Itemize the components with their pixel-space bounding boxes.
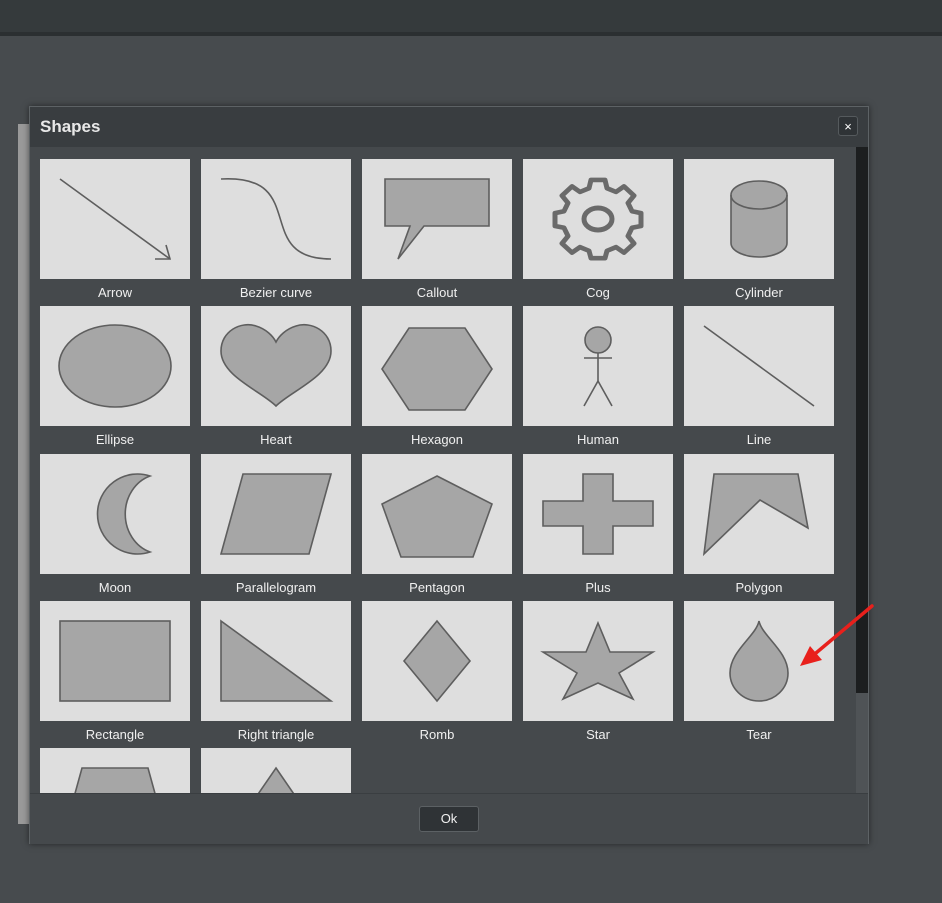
dialog-title: Shapes (40, 117, 101, 136)
shape-thumbnail (362, 306, 512, 426)
shape-tile-line[interactable]: Line (684, 306, 834, 450)
shape-label: Right triangle (237, 727, 315, 742)
pentagon-shape-icon (381, 475, 493, 558)
shape-label: Cog (586, 285, 610, 300)
shape-label: Ellipse (95, 432, 135, 447)
shape-tile-arrow[interactable]: Arrow (40, 159, 190, 303)
shape-tile-ellipse[interactable]: Ellipse (40, 306, 190, 450)
shape-tile-human[interactable]: Human (523, 306, 673, 450)
app-top-bar (0, 0, 942, 32)
human-shape-icon (583, 326, 613, 407)
triangle-shape-icon (257, 766, 295, 793)
shape-label: Plus (585, 580, 611, 595)
shape-label: Arrow (98, 285, 132, 300)
callout-shape-icon (384, 178, 490, 260)
shape-tile-rectangle[interactable]: Rectangle (40, 601, 190, 745)
star-shape-icon (540, 620, 656, 701)
shape-tile-moon[interactable]: Moon (40, 454, 190, 598)
arrow-shape-icon (59, 178, 172, 260)
shape-thumbnail (684, 454, 834, 574)
rectangle-shape-icon (59, 620, 171, 702)
bezier-curve-shape-icon (220, 178, 332, 260)
plus-shape-icon (542, 473, 654, 555)
shape-thumbnail (362, 601, 512, 721)
line-shape-icon (703, 325, 815, 407)
shape-thumbnail (523, 159, 673, 279)
shape-tile-bezier-curve[interactable]: Bezier curve (201, 159, 351, 303)
shape-thumbnail (40, 159, 190, 279)
shape-label: Heart (260, 432, 292, 447)
shape-label: Cylinder (735, 285, 783, 300)
shape-thumbnail (523, 306, 673, 426)
shape-label: Star (586, 727, 610, 742)
shape-thumbnail (201, 454, 351, 574)
shape-tile-plus[interactable]: Plus (523, 454, 673, 598)
shape-label: Rectangle (85, 727, 145, 742)
shape-tile-pentagon[interactable]: Pentagon (362, 454, 512, 598)
hexagon-shape-icon (381, 327, 493, 411)
shape-thumbnail (684, 306, 834, 426)
ellipse-shape-icon (58, 324, 172, 408)
shape-tile-heart[interactable]: Heart (201, 306, 351, 450)
shape-label: Romb (419, 727, 455, 742)
red-pointer-arrow-icon (800, 604, 874, 666)
dialog-footer: Ok (30, 793, 868, 844)
ok-button[interactable]: Ok (419, 806, 479, 832)
heart-shape-icon (220, 324, 332, 408)
shape-label: Line (746, 432, 772, 447)
vertical-scrollbar[interactable] (856, 147, 868, 793)
close-button[interactable]: × (838, 116, 858, 136)
romb-shape-icon (402, 619, 472, 703)
polygon-shape-icon (702, 473, 810, 557)
moon-shape-icon (96, 473, 153, 555)
shapes-dialog: Shapes × Arrow Bezier curve Callout Cog … (29, 106, 869, 844)
shape-thumbnail (201, 748, 351, 793)
shape-thumbnail (523, 454, 673, 574)
shape-thumbnail (201, 601, 351, 721)
shape-thumbnail (201, 159, 351, 279)
parallelogram-shape-icon (219, 473, 333, 555)
shape-tile-parallelogram[interactable]: Parallelogram (201, 454, 351, 598)
shape-label: Polygon (735, 580, 783, 595)
shape-thumbnail (362, 454, 512, 574)
shape-label: Human (577, 432, 619, 447)
trapezoid-shape-icon (74, 767, 156, 793)
shape-label: Callout (416, 285, 458, 300)
shape-tile-romb[interactable]: Romb (362, 601, 512, 745)
shape-thumbnail (40, 601, 190, 721)
app-top-bar-divider (0, 32, 942, 36)
shape-tile-triangle[interactable] (201, 748, 351, 793)
cog-shape-icon (552, 177, 644, 261)
shape-tile-polygon[interactable]: Polygon (684, 454, 834, 598)
shape-label: Hexagon (410, 432, 464, 447)
shape-thumbnail (201, 306, 351, 426)
shape-label: Parallelogram (235, 580, 317, 595)
shape-thumbnail (40, 306, 190, 426)
shape-thumbnail (523, 601, 673, 721)
shape-label: Moon (98, 580, 132, 595)
right-triangle-shape-icon (220, 619, 334, 702)
shape-tile-cog[interactable]: Cog (523, 159, 673, 303)
shapes-list: Arrow Bezier curve Callout Cog Cylinder … (30, 147, 856, 793)
cylinder-shape-icon (730, 180, 788, 258)
shape-label: Bezier curve (239, 285, 313, 300)
shape-thumbnail (362, 159, 512, 279)
shape-thumbnail (40, 454, 190, 574)
shape-tile-star[interactable]: Star (523, 601, 673, 745)
shape-label: Pentagon (409, 580, 465, 595)
shape-tile-callout[interactable]: Callout (362, 159, 512, 303)
shape-tile-right-triangle[interactable]: Right triangle (201, 601, 351, 745)
shape-thumbnail (40, 748, 190, 793)
shape-thumbnail (684, 159, 834, 279)
shape-label: Tear (746, 727, 772, 742)
shape-tile-trapezoid[interactable] (40, 748, 190, 793)
shape-tile-hexagon[interactable]: Hexagon (362, 306, 512, 450)
dialog-header: Shapes × (30, 107, 868, 147)
shape-tile-cylinder[interactable]: Cylinder (684, 159, 834, 303)
